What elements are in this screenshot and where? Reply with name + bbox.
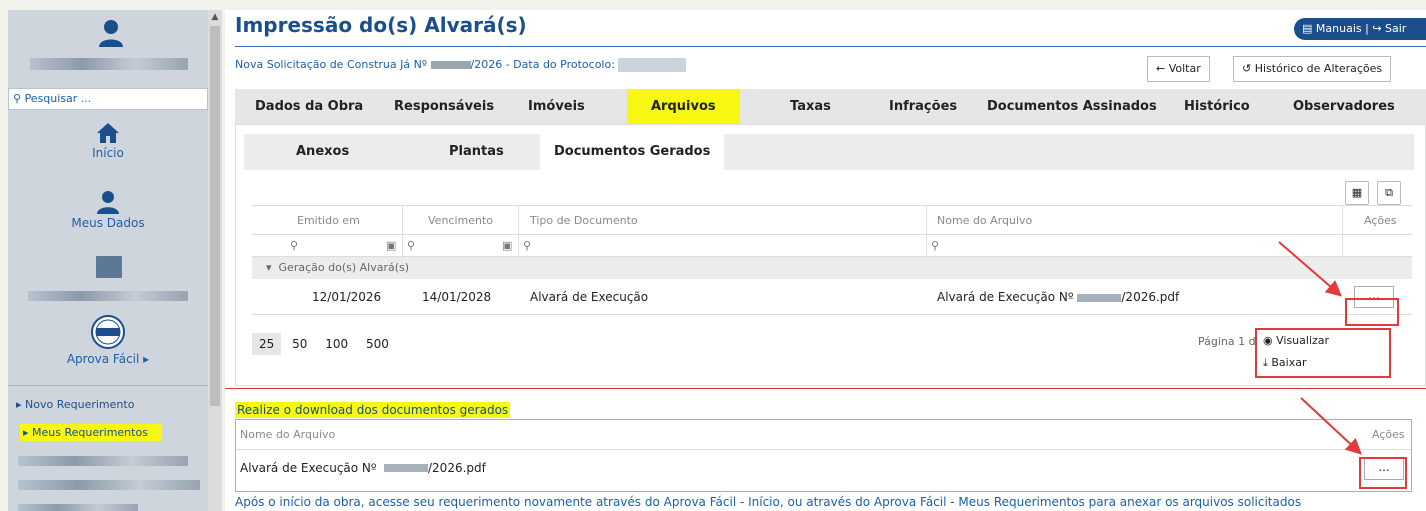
screen: ⚲ Pesquisar ... Início Meus Dados Aprova… <box>0 0 1426 511</box>
nav-inicio[interactable]: Início <box>8 122 208 160</box>
redacted-link-3 <box>18 504 138 511</box>
avatar-icon <box>99 20 123 47</box>
user-icon <box>97 191 119 214</box>
link-novo-requerimento[interactable]: ▸ Novo Requerimento <box>16 398 134 411</box>
sidebar-scrollbar[interactable]: ▲ <box>208 10 222 511</box>
annotation-arrow-1 <box>1278 241 1362 455</box>
home-icon <box>97 123 119 143</box>
nav-inicio-label: Início <box>92 146 124 160</box>
main-panel: Impressão do(s) Alvará(s) ▤ Manuais | ↪ … <box>225 10 1426 511</box>
user-area <box>8 10 208 85</box>
username-redacted <box>30 58 188 70</box>
nav-aprova-facil-label: Aprova Fácil ▸ <box>66 352 150 366</box>
redacted-link-2 <box>18 480 200 490</box>
nav-aprova-facil[interactable]: Aprova Fácil ▸ <box>8 314 208 366</box>
search-icon: ⚲ <box>13 92 22 105</box>
search-input[interactable]: ⚲ Pesquisar ... <box>8 88 208 110</box>
link-meus-requerimentos[interactable]: ▸ Meus Requerimentos <box>20 424 162 441</box>
aprova-facil-logo <box>91 315 125 349</box>
scroll-thumb[interactable] <box>210 26 220 406</box>
nav-meus-dados[interactable]: Meus Dados <box>8 190 208 230</box>
sidebar: ⚲ Pesquisar ... Início Meus Dados Aprova… <box>8 10 208 511</box>
scroll-up-icon[interactable]: ▲ <box>209 12 221 22</box>
nav-meus-dados-label: Meus Dados <box>71 216 145 230</box>
sidebar-divider <box>8 385 208 386</box>
redacted-org <box>28 291 188 301</box>
search-placeholder: Pesquisar ... <box>24 92 92 105</box>
redacted-link-1 <box>18 456 188 466</box>
redacted-logo <box>96 256 122 278</box>
